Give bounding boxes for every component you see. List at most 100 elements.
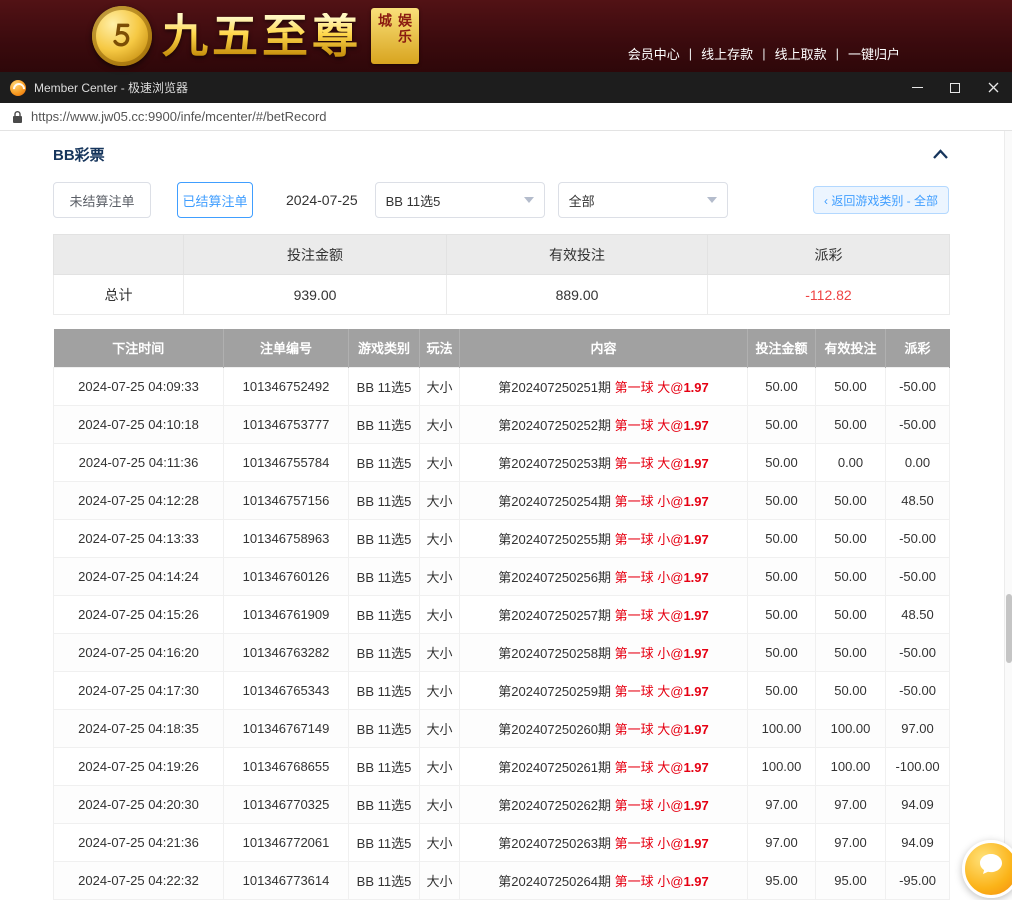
table-row: 2024-07-25 04:12:28101346757156BB 11选5大小… <box>54 481 950 519</box>
cell-bet-amount: 50.00 <box>748 595 816 633</box>
cell-bet-amount: 50.00 <box>748 481 816 519</box>
cell-order-id: 101346767149 <box>224 709 349 747</box>
cell-valid-bet: 97.00 <box>816 785 886 823</box>
bet-record-page: BB彩票 未结算注单 已结算注单 2024-07-25 BB 11选5 全部 ‹… <box>0 144 1012 900</box>
maximize-button[interactable] <box>936 72 974 103</box>
cell-bet-time: 2024-07-25 04:21:36 <box>54 823 224 861</box>
cell-bet-amount: 95.00 <box>748 861 816 899</box>
chevron-down-icon <box>524 197 534 203</box>
customer-service-button[interactable] <box>962 840 1012 898</box>
summary-table: 投注金额 有效投注 派彩 总计 939.00 889.00 -112.82 <box>53 234 950 315</box>
column-header: 投注金额 <box>748 329 816 367</box>
cell-play-type: 大小 <box>420 557 460 595</box>
cell-bet-amount: 50.00 <box>748 519 816 557</box>
collapse-button[interactable] <box>932 149 949 160</box>
banner-nav: 会员中心|线上存款|线上取款|一键归户 <box>628 44 900 63</box>
type-select[interactable]: 全部 <box>558 182 728 218</box>
summary-payout: -112.82 <box>708 275 950 315</box>
table-row: 2024-07-25 04:13:33101346758963BB 11选5大小… <box>54 519 950 557</box>
table-row: 2024-07-25 04:16:20101346763282BB 11选5大小… <box>54 633 950 671</box>
cell-payout: -50.00 <box>886 557 950 595</box>
window-controls <box>898 72 1012 103</box>
cell-play-type: 大小 <box>420 785 460 823</box>
cell-valid-bet: 50.00 <box>816 405 886 443</box>
table-row: 2024-07-25 04:10:18101346753777BB 11选5大小… <box>54 405 950 443</box>
cell-order-id: 101346755784 <box>224 443 349 481</box>
cell-bet-time: 2024-07-25 04:11:36 <box>54 443 224 481</box>
cell-game-type: BB 11选5 <box>349 595 420 633</box>
banner-link-2[interactable]: 线上存款 <box>701 44 753 63</box>
cell-order-id: 101346773614 <box>224 861 349 899</box>
summary-header-row: 投注金额 有效投注 派彩 <box>54 235 950 275</box>
summary-corner-cell <box>54 235 184 275</box>
cell-bet-amount: 50.00 <box>748 405 816 443</box>
site-logo[interactable]: 九五至尊 娱乐城 <box>92 6 419 66</box>
cell-game-type: BB 11选5 <box>349 747 420 785</box>
cell-bet-time: 2024-07-25 04:19:26 <box>54 747 224 785</box>
cell-bet-amount: 100.00 <box>748 709 816 747</box>
cell-content: 第202407250254期 第一球 小@1.97 <box>460 481 748 519</box>
cell-order-id: 101346772061 <box>224 823 349 861</box>
chevron-down-icon <box>707 197 717 203</box>
cell-valid-bet: 100.00 <box>816 709 886 747</box>
site-banner: 九五至尊 娱乐城 会员中心|线上存款|线上取款|一键归户 <box>0 0 1012 72</box>
cell-play-type: 大小 <box>420 747 460 785</box>
cell-bet-time: 2024-07-25 04:10:18 <box>54 405 224 443</box>
cell-valid-bet: 50.00 <box>816 633 886 671</box>
cell-content: 第202407250256期 第一球 小@1.97 <box>460 557 748 595</box>
cell-order-id: 101346758963 <box>224 519 349 557</box>
game-select[interactable]: BB 11选5 <box>375 182 545 218</box>
banner-link-1[interactable]: 会员中心 <box>628 44 680 63</box>
table-row: 2024-07-25 04:09:33101346752492BB 11选5大小… <box>54 367 950 405</box>
cell-order-id: 101346760126 <box>224 557 349 595</box>
column-header: 派彩 <box>886 329 950 367</box>
cell-payout: -100.00 <box>886 747 950 785</box>
table-row: 2024-07-25 04:14:24101346760126BB 11选5大小… <box>54 557 950 595</box>
summary-total-row: 总计 939.00 889.00 -112.82 <box>54 275 950 315</box>
filter-bar: 未结算注单 已结算注单 2024-07-25 BB 11选5 全部 ‹ 返回游戏… <box>53 182 949 218</box>
cell-game-type: BB 11选5 <box>349 367 420 405</box>
banner-link-4[interactable]: 一键归户 <box>848 44 900 63</box>
cell-valid-bet: 50.00 <box>816 671 886 709</box>
logo-badge: 娱乐城 <box>371 8 419 64</box>
cell-bet-amount: 97.00 <box>748 785 816 823</box>
url-text: https://www.jw05.cc:9900/infe/mcenter/#/… <box>31 109 327 124</box>
cell-bet-amount: 50.00 <box>748 557 816 595</box>
banner-link-3[interactable]: 线上取款 <box>775 44 827 63</box>
cell-content: 第202407250261期 第一球 大@1.97 <box>460 747 748 785</box>
browser-titlebar: Member Center - 极速浏览器 <box>0 72 1012 103</box>
cell-bet-time: 2024-07-25 04:17:30 <box>54 671 224 709</box>
date-picker[interactable]: 2024-07-25 <box>286 192 358 208</box>
address-bar[interactable]: https://www.jw05.cc:9900/infe/mcenter/#/… <box>0 103 1012 131</box>
cell-play-type: 大小 <box>420 861 460 899</box>
close-button[interactable] <box>974 72 1012 103</box>
cell-game-type: BB 11选5 <box>349 557 420 595</box>
cell-payout: -50.00 <box>886 405 950 443</box>
cell-bet-time: 2024-07-25 04:15:26 <box>54 595 224 633</box>
nav-separator: | <box>762 46 765 61</box>
table-row: 2024-07-25 04:19:26101346768655BB 11选5大小… <box>54 747 950 785</box>
unsettled-tab[interactable]: 未结算注单 <box>53 182 151 218</box>
nav-separator: | <box>836 46 839 61</box>
cell-play-type: 大小 <box>420 367 460 405</box>
cell-bet-time: 2024-07-25 04:09:33 <box>54 367 224 405</box>
cell-game-type: BB 11选5 <box>349 633 420 671</box>
cell-valid-bet: 0.00 <box>816 443 886 481</box>
back-to-category-button[interactable]: ‹ 返回游戏类别 - 全部 <box>813 186 949 214</box>
cell-game-type: BB 11选5 <box>349 671 420 709</box>
cell-payout: 94.09 <box>886 785 950 823</box>
minimize-button[interactable] <box>898 72 936 103</box>
scrollbar-track[interactable] <box>1004 131 1012 880</box>
cell-order-id: 101346757156 <box>224 481 349 519</box>
close-icon <box>988 82 999 93</box>
scrollbar-thumb[interactable] <box>1006 594 1012 663</box>
cell-content: 第202407250251期 第一球 大@1.97 <box>460 367 748 405</box>
settled-tab[interactable]: 已结算注单 <box>177 182 253 218</box>
cell-valid-bet: 50.00 <box>816 557 886 595</box>
cell-play-type: 大小 <box>420 823 460 861</box>
cell-valid-bet: 50.00 <box>816 481 886 519</box>
chevron-up-icon <box>932 149 949 160</box>
table-row: 2024-07-25 04:22:32101346773614BB 11选5大小… <box>54 861 950 899</box>
table-row: 2024-07-25 04:17:30101346765343BB 11选5大小… <box>54 671 950 709</box>
cell-content: 第202407250263期 第一球 小@1.97 <box>460 823 748 861</box>
